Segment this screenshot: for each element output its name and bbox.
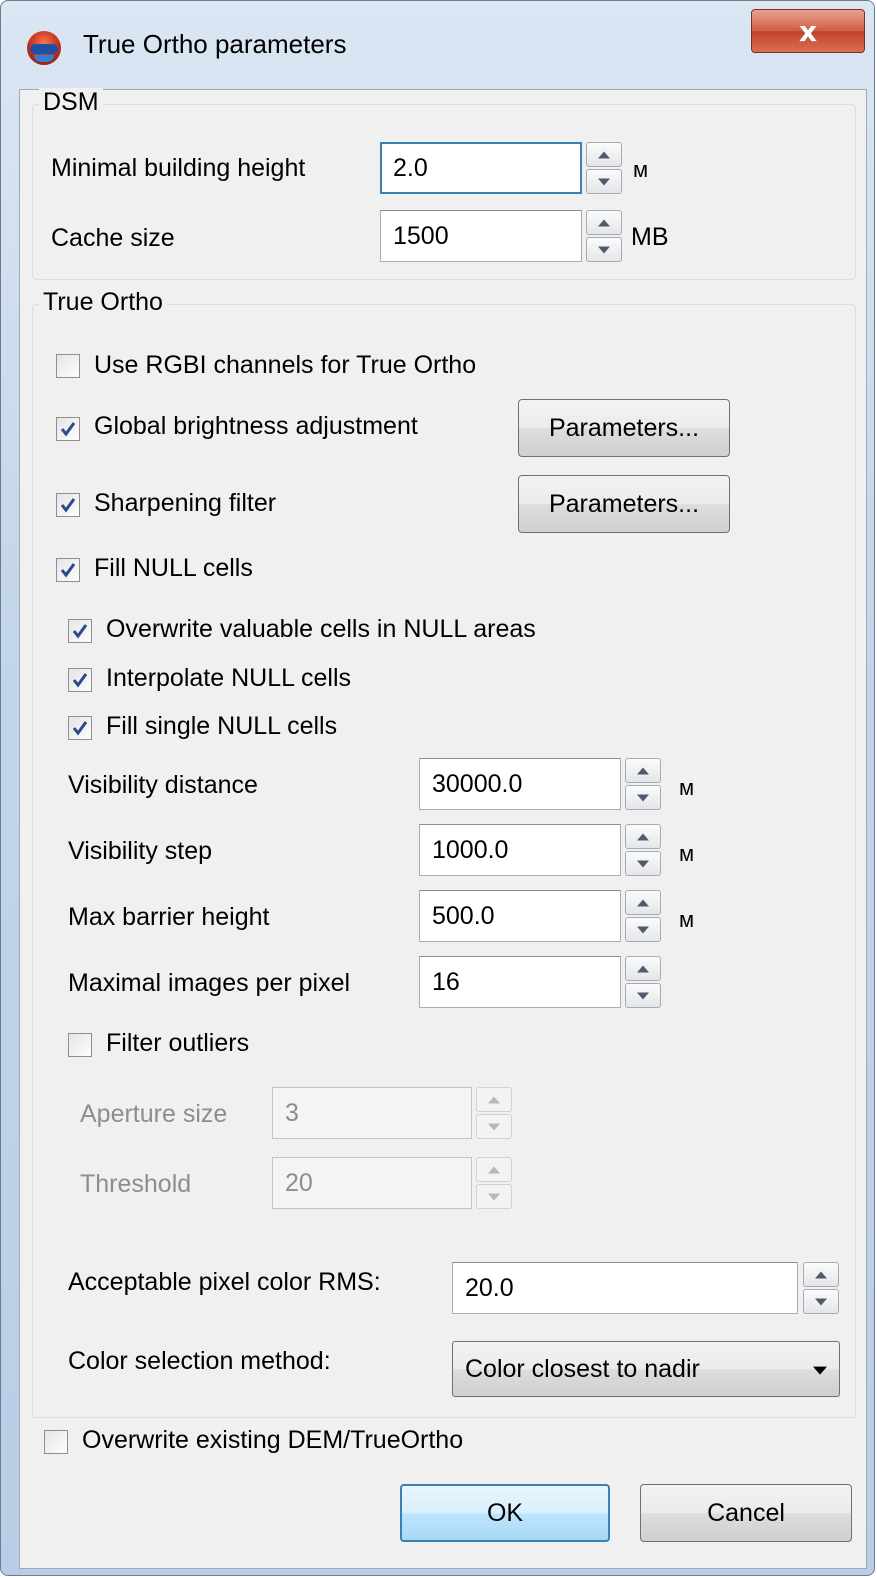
min-building-height-label: Minimal building height	[51, 154, 306, 182]
fill-null-checkbox[interactable]	[56, 558, 80, 582]
visibility-distance-unit: м	[679, 775, 695, 800]
cancel-button[interactable]: Cancel	[640, 1484, 852, 1542]
sharpening-filter-parameters-button[interactable]: Parameters...	[518, 475, 730, 533]
min-building-height-unit: м	[633, 157, 649, 182]
global-brightness-parameters-button[interactable]: Parameters...	[518, 399, 730, 457]
checkmark-icon	[60, 563, 76, 578]
filter-outliers-checkbox[interactable]	[68, 1033, 92, 1057]
spin-up-icon[interactable]	[586, 210, 622, 235]
visibility-step-spinner[interactable]	[625, 824, 661, 876]
max-barrier-height-input[interactable]: 500.0	[419, 890, 621, 942]
checkmark-icon	[72, 624, 88, 639]
overwrite-existing-checkbox[interactable]	[44, 1430, 68, 1454]
spin-down-icon[interactable]	[625, 851, 661, 876]
cache-size-unit: MB	[631, 223, 669, 251]
min-building-height-input[interactable]: 2.0	[380, 142, 582, 194]
use-rgbi-checkbox[interactable]	[56, 354, 80, 378]
spin-down-icon[interactable]	[586, 237, 622, 262]
spin-down-icon[interactable]	[803, 1289, 839, 1314]
aperture-size-input[interactable]: 3	[272, 1087, 472, 1139]
color-selection-value: Color closest to nadir	[465, 1354, 700, 1383]
color-selection-label: Color selection method:	[68, 1347, 331, 1375]
acceptable-rms-label: Acceptable pixel color RMS:	[68, 1268, 381, 1296]
spin-up-icon[interactable]	[586, 142, 622, 167]
cache-size-spinner[interactable]	[586, 210, 622, 262]
max-images-per-pixel-label: Maximal images per pixel	[68, 969, 351, 997]
cache-size-input[interactable]: 1500	[380, 210, 582, 262]
overwrite-valuable-label[interactable]: Overwrite valuable cells in NULL areas	[106, 615, 536, 644]
spin-down-icon[interactable]	[476, 1114, 512, 1139]
threshold-label: Threshold	[80, 1170, 192, 1198]
checkmark-icon	[60, 498, 76, 513]
true-ortho-group-title: True Ortho	[39, 288, 167, 317]
fill-single-null-label[interactable]: Fill single NULL cells	[106, 712, 337, 741]
max-barrier-height-spinner[interactable]	[625, 890, 661, 942]
spin-up-icon[interactable]	[625, 890, 661, 915]
threshold-spinner[interactable]	[476, 1157, 512, 1209]
spin-up-icon[interactable]	[476, 1087, 512, 1112]
visibility-step-unit: м	[679, 841, 695, 866]
filter-outliers-label[interactable]: Filter outliers	[106, 1029, 249, 1058]
dialog-client-area: DSM Minimal building height 2.0 м Cache …	[19, 88, 867, 1569]
max-images-per-pixel-spinner[interactable]	[625, 956, 661, 1008]
use-rgbi-label[interactable]: Use RGBI channels for True Ortho	[94, 351, 476, 380]
spin-down-icon[interactable]	[625, 983, 661, 1008]
spin-down-icon[interactable]	[586, 169, 622, 194]
interpolate-null-label[interactable]: Interpolate NULL cells	[106, 664, 351, 693]
close-button[interactable]: x	[751, 9, 865, 53]
dropdown-arrow-icon	[813, 1366, 827, 1375]
checkmark-icon	[60, 422, 76, 437]
visibility-distance-label: Visibility distance	[68, 771, 258, 799]
min-building-height-spinner[interactable]	[586, 142, 622, 194]
checkmark-icon	[72, 721, 88, 736]
dsm-group-title: DSM	[39, 88, 103, 117]
threshold-input[interactable]: 20	[272, 1157, 472, 1209]
spin-up-icon[interactable]	[625, 758, 661, 783]
visibility-step-label: Visibility step	[68, 837, 213, 865]
fill-single-null-checkbox[interactable]	[68, 716, 92, 740]
global-brightness-checkbox[interactable]	[56, 417, 80, 441]
color-selection-dropdown[interactable]: Color closest to nadir	[452, 1341, 840, 1397]
spin-down-icon[interactable]	[625, 785, 661, 810]
visibility-distance-spinner[interactable]	[625, 758, 661, 810]
aperture-size-spinner[interactable]	[476, 1087, 512, 1139]
interpolate-null-checkbox[interactable]	[68, 668, 92, 692]
acceptable-rms-spinner[interactable]	[803, 1262, 839, 1314]
spin-up-icon[interactable]	[625, 824, 661, 849]
sharpening-filter-label[interactable]: Sharpening filter	[94, 489, 276, 518]
max-images-per-pixel-input[interactable]: 16	[419, 956, 621, 1008]
visibility-step-input[interactable]: 1000.0	[419, 824, 621, 876]
fill-null-label[interactable]: Fill NULL cells	[94, 554, 253, 583]
spin-down-icon[interactable]	[625, 917, 661, 942]
spin-up-icon[interactable]	[625, 956, 661, 981]
global-brightness-label[interactable]: Global brightness adjustment	[94, 412, 418, 441]
sharpening-filter-checkbox[interactable]	[56, 493, 80, 517]
spin-up-icon[interactable]	[476, 1157, 512, 1182]
overwrite-existing-label[interactable]: Overwrite existing DEM/TrueOrtho	[82, 1426, 463, 1455]
dialog-window: True Ortho parameters x DSM Minimal buil…	[0, 0, 875, 1576]
ok-button[interactable]: OK	[400, 1484, 610, 1542]
acceptable-rms-input[interactable]: 20.0	[452, 1262, 798, 1314]
aperture-size-label: Aperture size	[80, 1100, 228, 1128]
checkmark-icon	[72, 673, 88, 688]
max-barrier-height-unit: м	[679, 907, 695, 932]
visibility-distance-input[interactable]: 30000.0	[419, 758, 621, 810]
overwrite-valuable-checkbox[interactable]	[68, 619, 92, 643]
app-icon	[27, 31, 61, 65]
spin-down-icon[interactable]	[476, 1184, 512, 1209]
window-title: True Ortho parameters	[83, 29, 347, 59]
spin-up-icon[interactable]	[803, 1262, 839, 1287]
cache-size-label: Cache size	[51, 224, 175, 252]
title-bar[interactable]: True Ortho parameters x	[1, 1, 874, 89]
max-barrier-height-label: Max barrier height	[68, 903, 270, 931]
